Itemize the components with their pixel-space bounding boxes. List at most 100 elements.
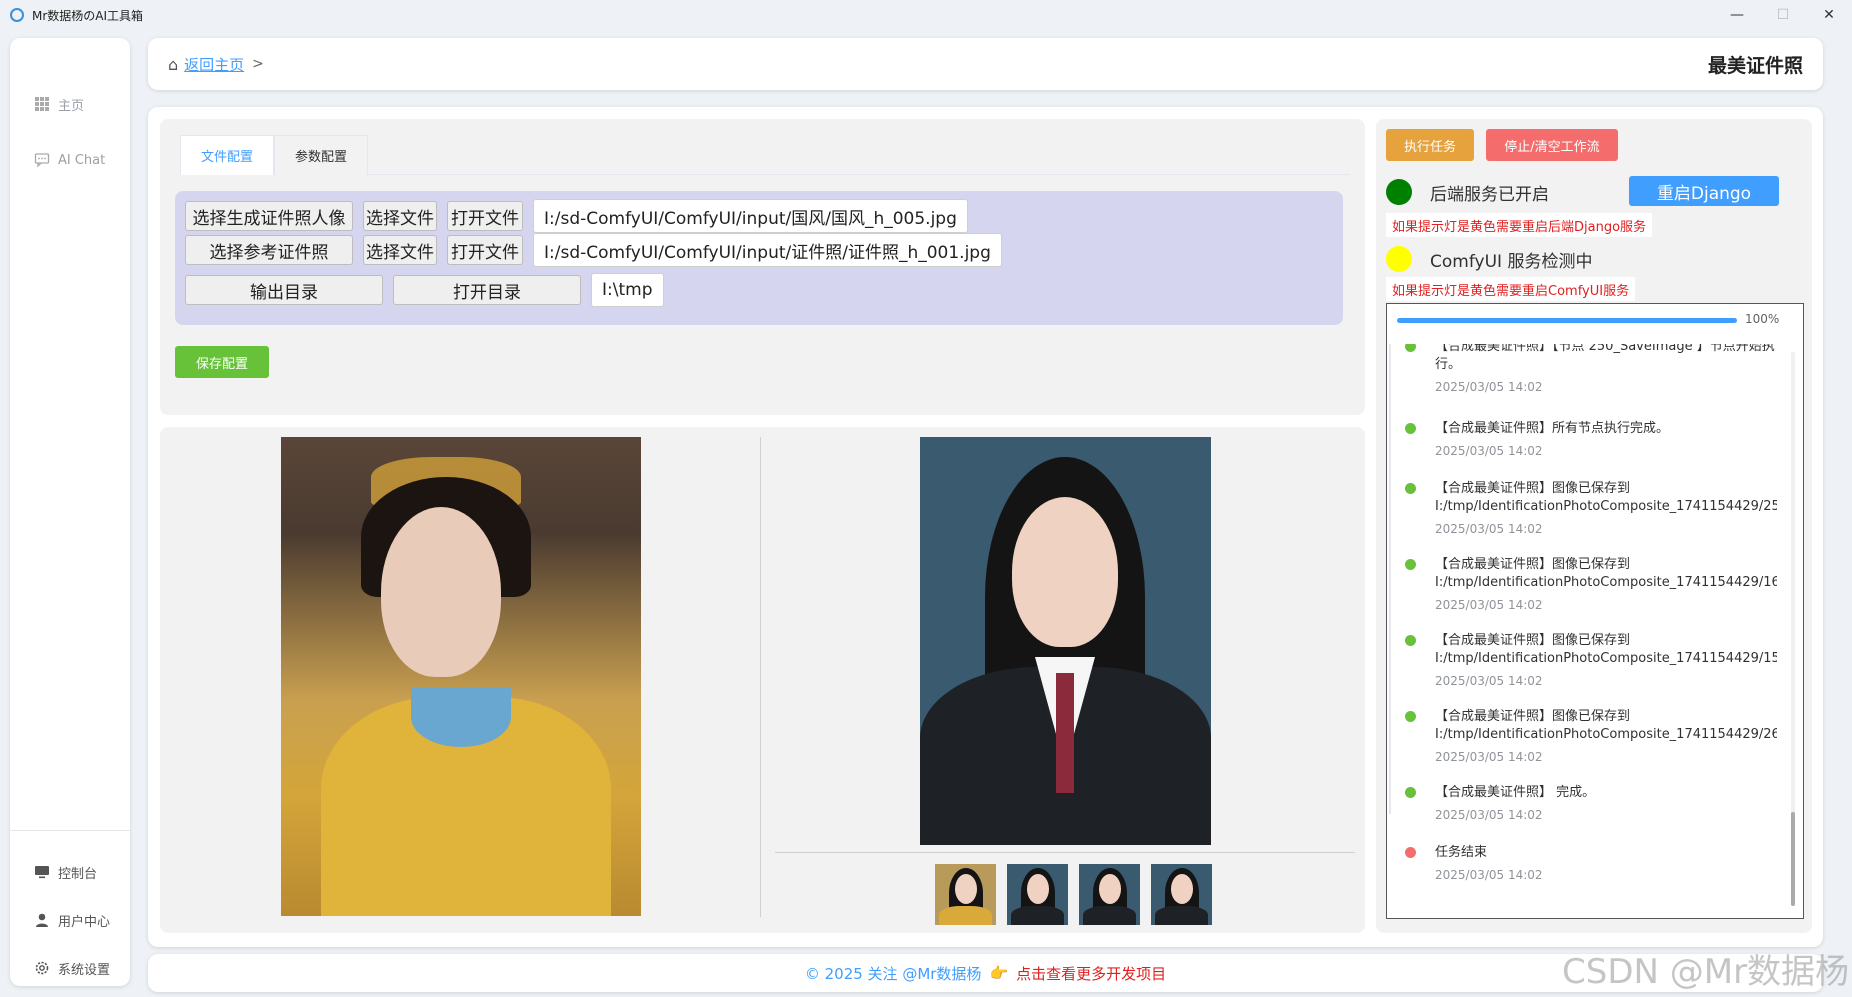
log-path: I:/tmp/IdentificationPhotoComposite_1741… (1435, 727, 1777, 742)
open-portrait-file-button[interactable]: 打开文件 (447, 201, 523, 231)
sidebar-divider (10, 830, 130, 831)
sidebar-item-ai-chat[interactable]: AI Chat (10, 142, 130, 178)
sidebar-item-user-center[interactable]: 用户中心 (10, 902, 130, 938)
page-title: 最美证件照 (1707, 54, 1803, 77)
log-text: 任务结束 (1435, 845, 1488, 860)
log-status-dot (1405, 483, 1416, 494)
gear-icon (35, 961, 49, 975)
control-panel: 执行任务 停止/清空工作流 后端服务已开启 重启Django 如果提示灯是黄色需… (1376, 119, 1812, 933)
restart-django-button[interactable]: 重启Django (1629, 176, 1779, 206)
log-time: 2025/03/05 14:02 (1435, 674, 1543, 688)
reference-path-field[interactable]: I:/sd-ComfyUI/ComfyUI/input/证件照/证件照_h_00… (533, 233, 1002, 267)
progress-bar-fill (1397, 318, 1737, 323)
progress-bar (1397, 318, 1737, 323)
app-icon (10, 8, 24, 22)
page-header: ⌂ 返回主页 > 最美证件照 (148, 38, 1823, 90)
portrait-path-field[interactable]: I:/sd-ComfyUI/ComfyUI/input/国风/国风_h_005.… (533, 199, 968, 233)
thumbnail-image[interactable] (1079, 864, 1140, 925)
select-portrait-file-button[interactable]: 选择文件 (363, 201, 437, 231)
sidebar-item-console[interactable]: 控制台 (10, 854, 130, 890)
result-id-photo-image (920, 437, 1211, 845)
output-path-field[interactable]: I:\tmp (591, 273, 664, 307)
log-text: 【合成最美证件照】图像已保存到 (1435, 557, 1631, 572)
breadcrumb-separator: > (252, 56, 264, 72)
log-text: 【合成最美证件照】所有节点执行完成。 (1435, 421, 1670, 436)
select-reference-file-button[interactable]: 选择文件 (363, 235, 437, 265)
save-config-button[interactable]: 保存配置 (175, 346, 269, 378)
log-entry: 【合成最美证件照】图像已保存到 I:/tmp/IdentificationPho… (1405, 632, 1777, 688)
sidebar-item-label: 控制台 (58, 866, 98, 882)
log-status-dot (1405, 711, 1416, 722)
log-box: 100% 【合成最美证件照】【节点 250_SaveImage 】节点开始执行。… (1386, 303, 1804, 919)
log-entry: 【合成最美证件照】图像已保存到 I:/tmp/IdentificationPho… (1405, 480, 1777, 536)
log-path: I:/tmp/IdentificationPhotoComposite_1741… (1435, 575, 1777, 590)
thumbnail-divider (775, 852, 1355, 853)
log-status-dot (1405, 635, 1416, 646)
log-scrollbar[interactable] (1791, 352, 1795, 906)
open-output-dir-button[interactable]: 打开目录 (393, 275, 581, 305)
log-text: 【合成最美证件照】 完成。 (1435, 785, 1596, 800)
window-controls: — ☐ ✕ (1714, 0, 1852, 30)
sidebar-item-label: 系统设置 (58, 962, 111, 978)
log-text: 【合成最美证件照】【节点 250_SaveImage 】节点开始执行。 (1435, 344, 1775, 372)
comfyui-status-lamp (1386, 246, 1412, 272)
log-status-dot (1405, 559, 1416, 570)
execute-task-button[interactable]: 执行任务 (1386, 129, 1474, 161)
copyright-link[interactable]: © 2025 关注 @Mr数据杨 (805, 963, 982, 984)
image-divider (760, 437, 761, 917)
tab-param-config[interactable]: 参数配置 (274, 135, 369, 175)
log-text: 【合成最美证件照】图像已保存到 (1435, 481, 1631, 496)
monitor-icon (35, 866, 49, 879)
backend-status: 后端服务已开启 (1386, 179, 1549, 205)
timeline-line (1389, 344, 1391, 814)
thumbnail-image[interactable] (935, 864, 996, 925)
watermark: CSDN @Mr数据杨 (1562, 952, 1850, 992)
thumbnail-image[interactable] (1007, 864, 1068, 925)
sidebar-item-home[interactable]: 主页 (10, 86, 130, 122)
maximize-button[interactable]: ☐ (1760, 0, 1806, 30)
sidebar-item-settings[interactable]: 系统设置 (10, 950, 130, 986)
log-entry: 【合成最美证件照】 完成。 2025/03/05 14:02 (1405, 784, 1777, 822)
log-entry: 【合成最美证件照】【节点 250_SaveImage 】节点开始执行。 2025… (1405, 344, 1777, 394)
log-status-dot (1405, 847, 1416, 858)
more-projects-link[interactable]: 点击查看更多开发项目 (1016, 963, 1166, 984)
log-time: 2025/03/05 14:02 (1435, 868, 1543, 882)
grid-icon (35, 97, 49, 111)
main-card: 文件配置 参数配置 选择生成证件照人像 选择文件 打开文件 I:/sd-Comf… (148, 107, 1823, 947)
window-title: Mr数据杨のAI工具箱 (32, 8, 144, 23)
log-time: 2025/03/05 14:02 (1435, 380, 1543, 394)
log-status-dot (1405, 787, 1416, 798)
output-dir-button[interactable]: 输出目录 (185, 275, 383, 305)
select-reference-label-button[interactable]: 选择参考证件照 (185, 235, 353, 265)
image-panel (160, 427, 1365, 933)
stop-workflow-button[interactable]: 停止/清空工作流 (1486, 129, 1618, 161)
back-home-link[interactable]: 返回主页 (184, 54, 244, 75)
pointing-hand-icon: 👉 (989, 964, 1009, 982)
log-status-dot (1405, 344, 1416, 352)
portrait-file-row: 选择生成证件照人像 选择文件 打开文件 I:/sd-ComfyUI/ComfyU… (185, 199, 968, 233)
log-entry: 【合成最美证件照】图像已保存到 I:/tmp/IdentificationPho… (1405, 708, 1777, 764)
log-text: 【合成最美证件照】图像已保存到 (1435, 633, 1631, 648)
log-entry: 【合成最美证件照】所有节点执行完成。 2025/03/05 14:02 (1405, 420, 1777, 458)
log-path: I:/tmp/IdentificationPhotoComposite_1741… (1435, 651, 1777, 666)
open-reference-file-button[interactable]: 打开文件 (447, 235, 523, 265)
backend-hint: 如果提示灯是黄色需要重启后端Django服务 (1386, 213, 1653, 237)
home-icon: ⌂ (168, 54, 179, 74)
log-status-dot (1405, 423, 1416, 434)
select-portrait-label-button[interactable]: 选择生成证件照人像 (185, 201, 353, 231)
comfyui-status-text: ComfyUI 服务检测中 (1430, 251, 1593, 272)
tab-file-config[interactable]: 文件配置 (180, 135, 275, 175)
log-timeline: 【合成最美证件照】【节点 250_SaveImage 】节点开始执行。 2025… (1387, 344, 1787, 914)
log-time: 2025/03/05 14:02 (1435, 598, 1543, 612)
minimize-button[interactable]: — (1714, 0, 1760, 30)
sidebar-item-label: 用户中心 (58, 914, 111, 930)
output-dir-row: 输出目录 打开目录 I:\tmp (185, 273, 664, 307)
log-entry: 【合成最美证件照】图像已保存到 I:/tmp/IdentificationPho… (1405, 556, 1777, 612)
file-config-box: 选择生成证件照人像 选择文件 打开文件 I:/sd-ComfyUI/ComfyU… (175, 191, 1343, 325)
log-entry: 任务结束 2025/03/05 14:02 (1405, 844, 1777, 882)
sidebar-item-label: 主页 (58, 98, 85, 114)
backend-status-text: 后端服务已开启 (1430, 184, 1549, 205)
close-button[interactable]: ✕ (1806, 0, 1852, 30)
thumbnail-image[interactable] (1151, 864, 1212, 925)
user-icon (36, 913, 48, 927)
